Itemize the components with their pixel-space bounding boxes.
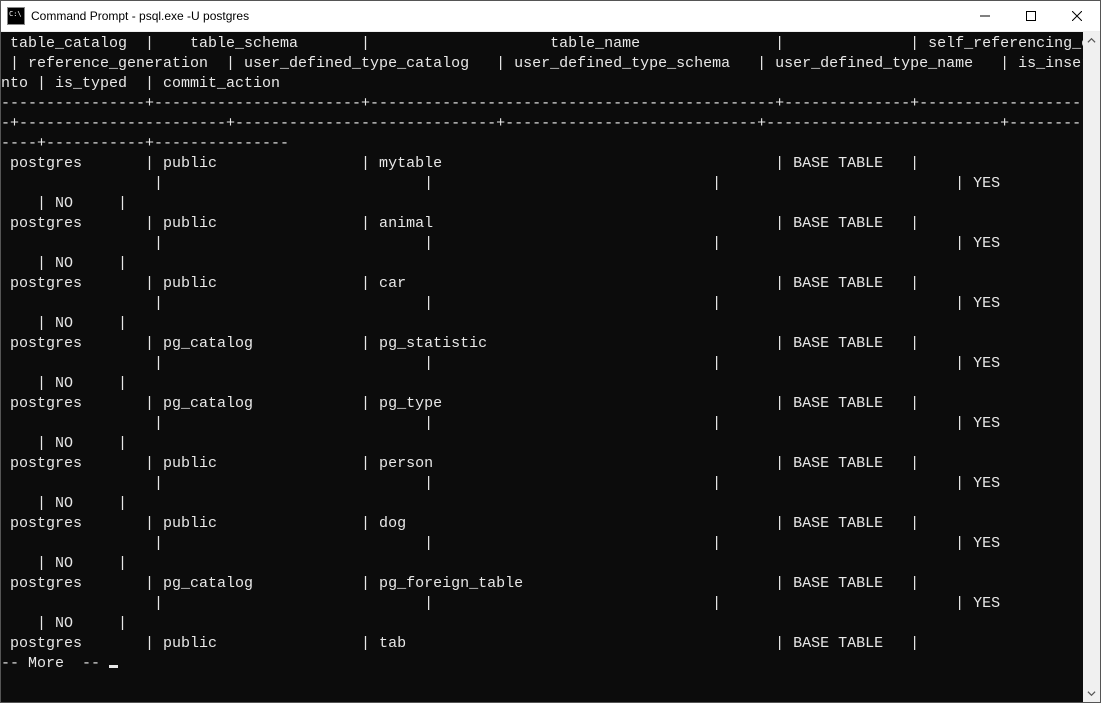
client-area: table_catalog | table_schema | table_nam…: [1, 32, 1100, 702]
maximize-button[interactable]: [1008, 1, 1054, 31]
titlebar[interactable]: Command Prompt - psql.exe -U postgres: [1, 1, 1100, 32]
app-window: Command Prompt - psql.exe -U postgres ta…: [0, 0, 1101, 703]
scroll-down-button[interactable]: [1083, 685, 1100, 702]
close-button[interactable]: [1054, 1, 1100, 31]
minimize-button[interactable]: [962, 1, 1008, 31]
scroll-up-button[interactable]: [1083, 32, 1100, 49]
cmd-icon: [7, 7, 25, 25]
vertical-scrollbar[interactable]: [1083, 32, 1100, 702]
window-title: Command Prompt - psql.exe -U postgres: [31, 9, 249, 23]
terminal-output[interactable]: table_catalog | table_schema | table_nam…: [1, 32, 1083, 702]
cursor: [109, 665, 118, 668]
terminal-text: table_catalog | table_schema | table_nam…: [1, 34, 1079, 674]
